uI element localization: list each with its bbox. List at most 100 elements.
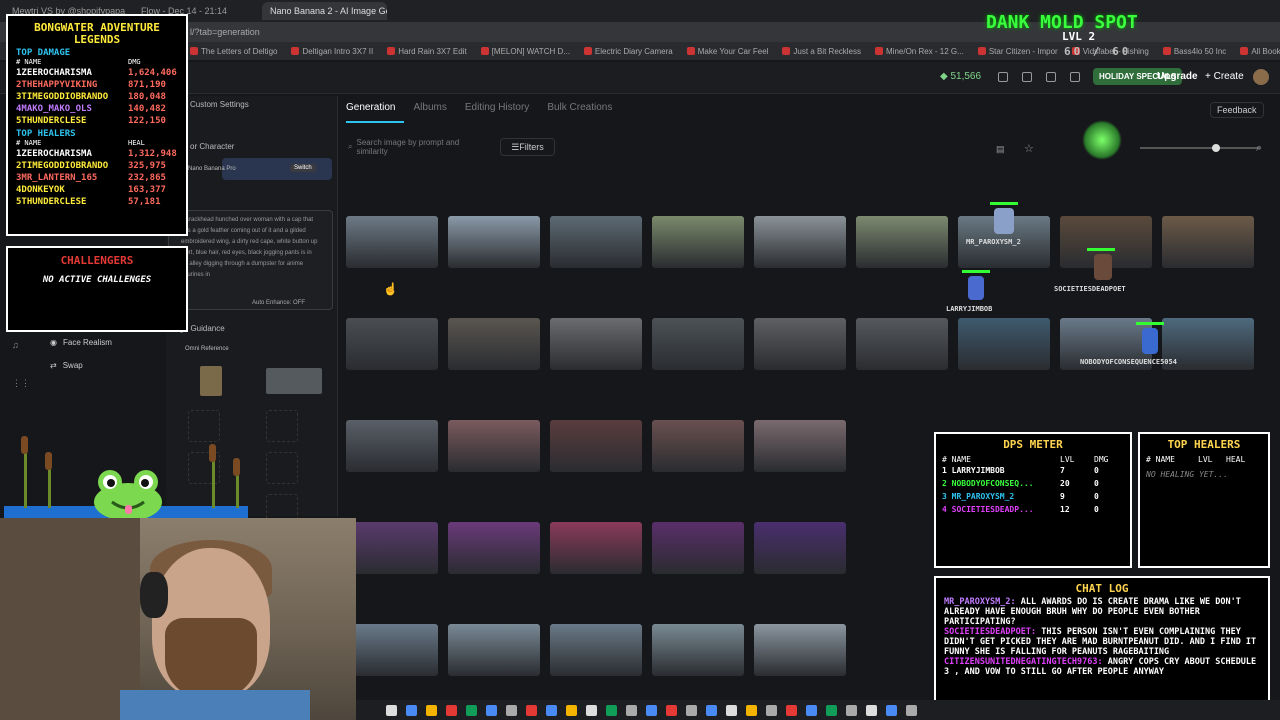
tab-albums[interactable]: Albums <box>413 102 446 113</box>
taskbar-app-icon[interactable] <box>426 704 437 716</box>
bookmark[interactable]: Just a Bit Reckless <box>782 47 861 56</box>
bookmark[interactable]: Star Citizen - Impor <box>977 47 1058 56</box>
bookmark[interactable]: Deltigan Intro 3X7 II <box>291 47 373 56</box>
feedback-button[interactable]: Feedback <box>1210 102 1264 118</box>
sidebar-item-face-realism[interactable]: ◉ Face Realism <box>50 338 112 347</box>
auto-enhance-toggle[interactable]: Auto Enhance: OFF <box>252 300 305 306</box>
upgrade-button[interactable]: Upgrade <box>1157 71 1198 82</box>
generated-image-thumbnail[interactable] <box>652 522 744 574</box>
taskbar-app-icon[interactable] <box>666 704 677 716</box>
avatar[interactable] <box>1253 69 1269 85</box>
taskbar-app-icon[interactable] <box>886 704 897 716</box>
generated-image-thumbnail[interactable] <box>550 420 642 472</box>
more-icon[interactable]: ⋮⋮ <box>12 378 30 389</box>
taskbar-app-icon[interactable] <box>686 704 697 716</box>
credits-counter[interactable]: ◆ 51,566 <box>940 71 981 82</box>
taskbar-app-icon[interactable] <box>806 704 817 716</box>
taskbar-app-icon[interactable] <box>726 704 737 716</box>
generated-image-thumbnail[interactable] <box>346 420 438 472</box>
sidebar-item-swap[interactable]: ⇄ Swap <box>50 361 83 370</box>
generated-image-thumbnail[interactable] <box>346 624 438 676</box>
taskbar-app-icon[interactable] <box>866 704 877 716</box>
generated-image-thumbnail[interactable] <box>856 318 948 370</box>
zoom-icon[interactable]: ⌕ <box>1256 142 1262 155</box>
taskbar-app-icon[interactable] <box>486 704 497 716</box>
generated-image-thumbnail[interactable] <box>550 216 642 268</box>
generated-image-thumbnail[interactable] <box>754 318 846 370</box>
taskbar-app-icon[interactable] <box>906 704 917 716</box>
reference-slot[interactable] <box>188 410 220 442</box>
taskbar-app-icon[interactable] <box>786 704 797 716</box>
generated-image-thumbnail[interactable] <box>958 318 1050 370</box>
create-button[interactable]: + Create <box>1205 71 1244 82</box>
generated-image-thumbnail[interactable] <box>448 216 540 268</box>
audio-icon[interactable]: ♫ <box>12 340 19 350</box>
taskbar-app-icon[interactable] <box>506 704 517 716</box>
taskbar-app-icon[interactable] <box>386 704 397 716</box>
bookmark[interactable]: Bass4lo 50 Inc <box>1162 47 1226 56</box>
taskbar-app-icon[interactable] <box>586 704 597 716</box>
search-input[interactable]: ⌕ Search image by prompt and similarity <box>348 138 490 156</box>
bookmark[interactable]: [MELON] WATCH D... <box>480 47 570 56</box>
generated-image-thumbnail[interactable] <box>652 216 744 268</box>
prompt-input[interactable]: a crackhead hunched over woman with a ca… <box>168 210 333 310</box>
tab-editing-history[interactable]: Editing History <box>465 102 529 113</box>
taskbar-app-icon[interactable] <box>466 704 477 716</box>
generated-image-thumbnail[interactable] <box>1162 216 1254 268</box>
bookmark[interactable]: Electric Diary Camera <box>583 47 673 56</box>
taskbar-app-icon[interactable] <box>766 704 777 716</box>
reference-slot[interactable] <box>266 410 298 442</box>
taskbar-app-icon[interactable] <box>626 704 637 716</box>
slider-knob[interactable] <box>1212 144 1220 152</box>
filters-button[interactable]: ☰ Filters <box>500 138 555 156</box>
switch-button[interactable]: Switch <box>290 164 316 172</box>
reference-image[interactable] <box>266 368 322 394</box>
bookmark[interactable]: All Bookmarks <box>1240 47 1280 56</box>
bookmark[interactable]: Mine/On Rex - 12 G... <box>875 47 964 56</box>
generated-image-thumbnail[interactable] <box>550 522 642 574</box>
taskbar-app-icon[interactable] <box>706 704 717 716</box>
tab-generation[interactable]: Generation <box>346 102 395 113</box>
taskbar-app-icon[interactable] <box>606 704 617 716</box>
reference-image[interactable] <box>200 366 222 396</box>
taskbar-app-icon[interactable] <box>526 704 537 716</box>
generated-image-thumbnail[interactable] <box>856 216 948 268</box>
discord-icon[interactable] <box>1022 72 1032 82</box>
gift-icon[interactable] <box>1070 72 1080 82</box>
taskbar-app-icon[interactable] <box>826 704 837 716</box>
generated-image-thumbnail[interactable] <box>346 522 438 574</box>
thumbnail-size-slider[interactable] <box>1140 144 1260 152</box>
taskbar-app-icon[interactable] <box>746 704 757 716</box>
generated-image-thumbnail[interactable] <box>754 522 846 574</box>
generated-image-thumbnail[interactable] <box>448 318 540 370</box>
bookmark[interactable]: Make Your Car Feel <box>686 47 768 56</box>
grid-view-icon[interactable]: ▤ <box>996 144 1005 155</box>
help-icon[interactable] <box>998 72 1008 82</box>
video-icon[interactable] <box>1046 72 1056 82</box>
generated-image-thumbnail[interactable] <box>346 216 438 268</box>
generated-image-thumbnail[interactable] <box>652 420 744 472</box>
generated-image-thumbnail[interactable] <box>448 420 540 472</box>
taskbar-app-icon[interactable] <box>846 704 857 716</box>
generated-image-thumbnail[interactable] <box>448 624 540 676</box>
taskbar-app-icon[interactable] <box>446 704 457 716</box>
generated-image-thumbnail[interactable] <box>346 318 438 370</box>
reference-slot[interactable] <box>266 452 298 484</box>
taskbar-app-icon[interactable] <box>646 704 657 716</box>
generated-image-thumbnail[interactable] <box>754 624 846 676</box>
tab-bulk-creations[interactable]: Bulk Creations <box>547 102 612 113</box>
generated-image-thumbnail[interactable] <box>652 624 744 676</box>
generated-image-thumbnail[interactable] <box>754 420 846 472</box>
taskbar-app-icon[interactable] <box>566 704 577 716</box>
generated-image-thumbnail[interactable] <box>448 522 540 574</box>
taskbar-app-icon[interactable] <box>406 704 417 716</box>
generated-image-thumbnail[interactable] <box>754 216 846 268</box>
star-icon[interactable]: ☆ <box>1024 142 1034 155</box>
generated-image-thumbnail[interactable] <box>652 318 744 370</box>
bookmark[interactable]: Hard Rain 3X7 Edit <box>387 47 467 56</box>
generated-image-thumbnail[interactable] <box>550 624 642 676</box>
generated-image-thumbnail[interactable] <box>550 318 642 370</box>
bookmark[interactable]: The Letters of Deltigo <box>190 47 277 56</box>
browser-tab-active[interactable]: Nano Banana 2 - AI Image Gen <box>262 2 387 20</box>
taskbar-app-icon[interactable] <box>546 704 557 716</box>
